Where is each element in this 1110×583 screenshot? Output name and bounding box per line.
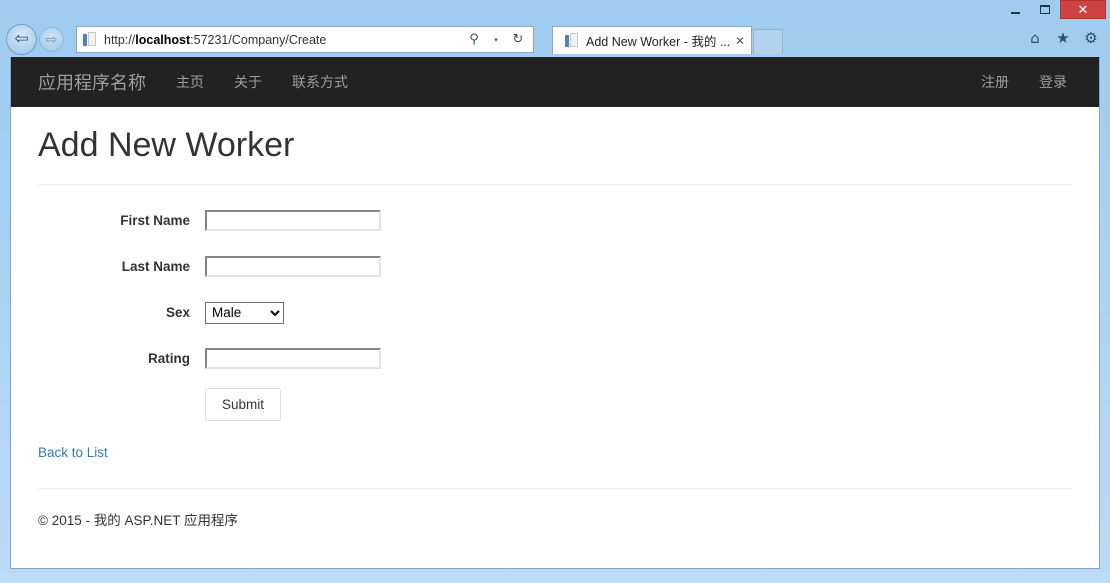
back-button[interactable]: ⇦ [6, 24, 37, 55]
tab-title: Add New Worker - 我的 ... [586, 35, 731, 49]
navbar-links: 主页 关于 联系方式 [161, 72, 363, 92]
page-viewport: 应用程序名称 主页 关于 联系方式 注册 登录 Add New Worker F… [10, 57, 1100, 569]
footer-copyright: © 2015 - 我的 ASP.NET 应用程序 [38, 513, 239, 529]
settings-gear-icon[interactable]: ⚙ [1080, 26, 1102, 50]
nav-item-login[interactable]: 登录 [1024, 72, 1082, 92]
sex-select[interactable]: Male Female [205, 301, 284, 324]
url-path: :57231/Company/Create [190, 32, 327, 47]
maximize-button[interactable] [1030, 0, 1060, 19]
back-to-list-link[interactable]: Back to List [38, 445, 108, 460]
first-name-input[interactable] [205, 210, 381, 232]
browser-toolbar: ⌂ ★ ⚙ [1024, 26, 1102, 50]
minimize-icon [1010, 12, 1020, 14]
maximize-icon [1040, 5, 1050, 14]
search-icon[interactable]: ⚲ [465, 29, 483, 51]
label-last-name: Last Name [121, 259, 190, 275]
close-icon: ✕ [1077, 1, 1089, 17]
title-bar: ✕ [0, 0, 1110, 22]
rating-input[interactable] [205, 348, 381, 370]
forward-arrow-icon: ⇨ [45, 31, 58, 48]
url-text: http://localhost:57231/Company/Create [104, 33, 326, 47]
nav-arrows: ⇦ ⇨ [6, 24, 64, 55]
address-bar-icons: ⚲ ▾ ↻ [465, 29, 533, 51]
url-host: localhost [135, 32, 191, 47]
home-icon[interactable]: ⌂ [1024, 26, 1046, 50]
tab-close-icon[interactable]: ✕ [731, 34, 745, 48]
nav-item-home[interactable]: 主页 [161, 72, 219, 92]
label-first-name: First Name [120, 213, 190, 229]
navbar-brand[interactable]: 应用程序名称 [38, 69, 161, 95]
back-arrow-icon: ⇦ [14, 29, 29, 49]
browser-window: ✕ ⇦ ⇨ http://localhost:57231/Company/Cre… [0, 0, 1110, 583]
form-row-first-name: First Name [38, 205, 1072, 236]
navbar-right-links: 注册 登录 [966, 72, 1082, 92]
browser-tab[interactable]: Add New Worker - 我的 ... ✕ [552, 26, 752, 54]
address-bar[interactable]: http://localhost:57231/Company/Create ⚲ … [76, 26, 534, 53]
refresh-icon[interactable]: ↻ [509, 29, 527, 51]
form-row-sex: Sex Male Female [38, 297, 1072, 328]
page-container: Add New Worker First Name Last Name Sex … [11, 126, 1099, 529]
tab-favicon-icon [564, 32, 580, 49]
nav-item-register[interactable]: 注册 [966, 72, 1024, 92]
favorites-star-icon[interactable]: ★ [1052, 26, 1074, 50]
url-scheme: http:// [104, 32, 136, 47]
form-row-submit: Submit [38, 388, 1072, 422]
new-tab-button[interactable] [753, 29, 783, 54]
label-rating: Rating [148, 351, 190, 367]
window-controls: ✕ [1000, 0, 1106, 19]
minimize-button[interactable] [1000, 0, 1030, 19]
back-to-list-wrap: Back to List [38, 444, 1072, 462]
nav-item-contact[interactable]: 联系方式 [277, 72, 363, 92]
form-row-last-name: Last Name [38, 251, 1072, 282]
last-name-input[interactable] [205, 256, 381, 278]
site-navbar: 应用程序名称 主页 关于 联系方式 注册 登录 [11, 57, 1099, 107]
submit-button[interactable]: Submit [205, 388, 281, 422]
page-title: Add New Worker [38, 126, 295, 164]
worker-form: First Name Last Name Sex Male Female Rat… [38, 185, 1072, 422]
close-button[interactable]: ✕ [1060, 0, 1106, 19]
chevron-down-icon[interactable]: ▾ [487, 29, 505, 51]
forward-button[interactable]: ⇨ [39, 27, 64, 52]
form-row-rating: Rating [38, 343, 1072, 374]
page-favicon-icon [82, 31, 98, 48]
label-sex: Sex [165, 305, 190, 321]
nav-item-about[interactable]: 关于 [219, 72, 277, 92]
